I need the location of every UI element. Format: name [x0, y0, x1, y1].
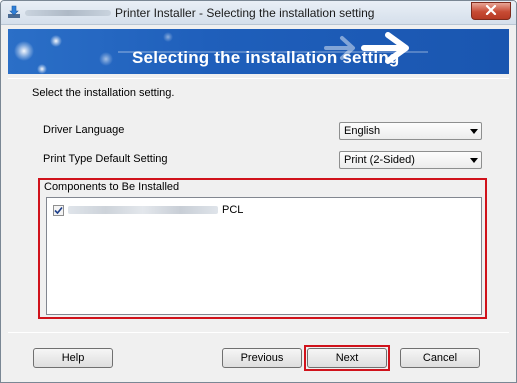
- blurred-title-prefix: [25, 10, 111, 16]
- title-bar[interactable]: Printer Installer - Selecting the instal…: [1, 1, 516, 25]
- blurred-component-name: [68, 206, 218, 214]
- checkmark-icon: [54, 206, 63, 214]
- header-banner: Selecting the installation setting: [8, 29, 509, 74]
- component-suffix: PCL: [222, 204, 244, 216]
- chevron-down-icon: [467, 128, 481, 134]
- cancel-button[interactable]: Cancel: [400, 348, 480, 368]
- help-button[interactable]: Help: [33, 348, 113, 368]
- print-type-value: Print (2-Sided): [344, 154, 415, 166]
- instruction-text: Select the installation setting.: [32, 87, 175, 99]
- driver-language-value: English: [344, 125, 381, 137]
- print-type-select[interactable]: Print (2-Sided): [339, 151, 482, 169]
- print-type-label: Print Type Default Setting: [43, 153, 168, 165]
- footer-divider: [8, 332, 509, 333]
- banner-title: Selecting the installation setting: [132, 48, 400, 67]
- driver-language-select[interactable]: English: [339, 122, 482, 140]
- components-label: Components to Be Installed: [44, 181, 180, 193]
- previous-button[interactable]: Previous: [222, 348, 302, 368]
- chevron-down-icon: [467, 157, 481, 163]
- banner-separator: [8, 78, 509, 79]
- list-item[interactable]: PCL: [53, 203, 243, 217]
- window-title: Printer Installer - Selecting the instal…: [115, 6, 375, 20]
- installer-window: Printer Installer - Selecting the instal…: [0, 0, 517, 383]
- component-checkbox[interactable]: [53, 204, 64, 216]
- close-icon: [485, 4, 497, 18]
- next-button[interactable]: Next: [307, 348, 387, 368]
- components-list[interactable]: PCL: [46, 197, 482, 315]
- driver-language-label: Driver Language: [43, 124, 125, 136]
- close-button[interactable]: [471, 2, 511, 20]
- download-arrow-icon: [7, 5, 21, 19]
